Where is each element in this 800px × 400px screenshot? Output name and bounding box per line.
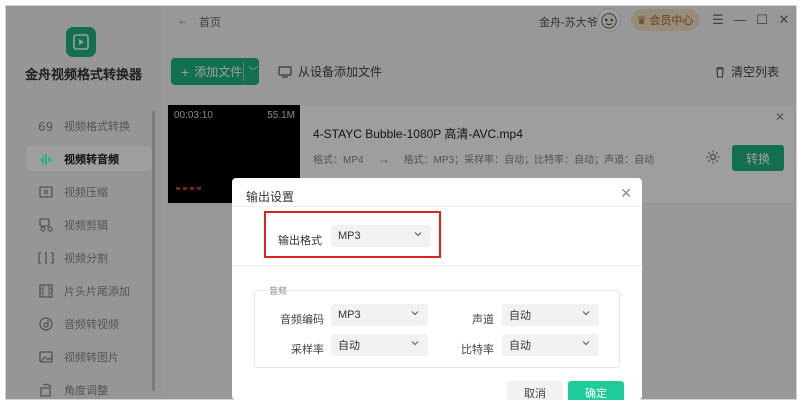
scissors-icon — [38, 217, 54, 233]
sidebar-item-label: 视频分割 — [64, 252, 108, 265]
compress-icon — [38, 184, 54, 200]
sidebar-item-label: 视频转音频 — [64, 153, 119, 166]
split-icon — [38, 250, 54, 266]
confirm-button[interactable]: 确定 — [568, 381, 624, 400]
chevron-down-icon — [414, 232, 422, 237]
channel-value: 自动 — [509, 310, 531, 322]
sidebar-item-label: 音频转视频 — [64, 318, 119, 331]
dialog-title: 输出设置 — [246, 190, 295, 204]
video-format-icon: 69 — [38, 118, 54, 134]
output-format-select[interactable]: MP3 — [331, 225, 431, 247]
sidebar-item-label: 角度调整 — [64, 384, 108, 397]
bitrate-label: 比特率 — [461, 344, 494, 356]
channel-label: 声道 — [472, 314, 494, 326]
film-icon — [38, 283, 54, 299]
bitrate-value: 自动 — [509, 340, 531, 352]
audio-wave-icon — [38, 151, 54, 167]
output-settings-dialog: 输出设置 ✕ 输出格式 MP3 音频 音频编码 MP3 声道 自动 采样率 自动… — [232, 178, 642, 400]
audio-section-label: 音频 — [266, 284, 291, 297]
sidebar-item-label: 片头片尾添加 — [64, 285, 130, 298]
codec-label: 音频编码 — [280, 314, 324, 326]
image-icon — [38, 349, 54, 365]
cancel-button[interactable]: 取消 — [507, 381, 563, 400]
sidebar-item-label: 视频压缩 — [64, 186, 108, 199]
output-format-label: 输出格式 — [278, 235, 322, 247]
chevron-down-icon — [411, 311, 419, 316]
sample-rate-label: 采样率 — [291, 344, 324, 356]
sample-rate-select[interactable]: 自动 — [331, 334, 428, 356]
chevron-down-icon — [582, 341, 590, 346]
rotate-icon — [38, 382, 54, 398]
svg-text:69: 69 — [38, 120, 53, 134]
codec-select[interactable]: MP3 — [331, 304, 428, 326]
chevron-down-icon — [582, 311, 590, 316]
sample-rate-value: 自动 — [338, 340, 360, 352]
output-format-value: MP3 — [338, 230, 361, 242]
divider — [232, 265, 642, 266]
codec-value: MP3 — [338, 309, 361, 321]
divider — [232, 206, 642, 207]
close-icon[interactable]: ✕ — [620, 185, 632, 202]
music-disc-icon — [38, 316, 54, 332]
sidebar-item-label: 视频剪辑 — [64, 219, 108, 232]
sidebar-item-label: 视频转图片 — [64, 351, 119, 364]
channel-select[interactable]: 自动 — [502, 304, 599, 326]
sidebar-item-label: 视频格式转换 — [64, 120, 130, 133]
bitrate-select[interactable]: 自动 — [502, 334, 599, 356]
chevron-down-icon — [411, 341, 419, 346]
